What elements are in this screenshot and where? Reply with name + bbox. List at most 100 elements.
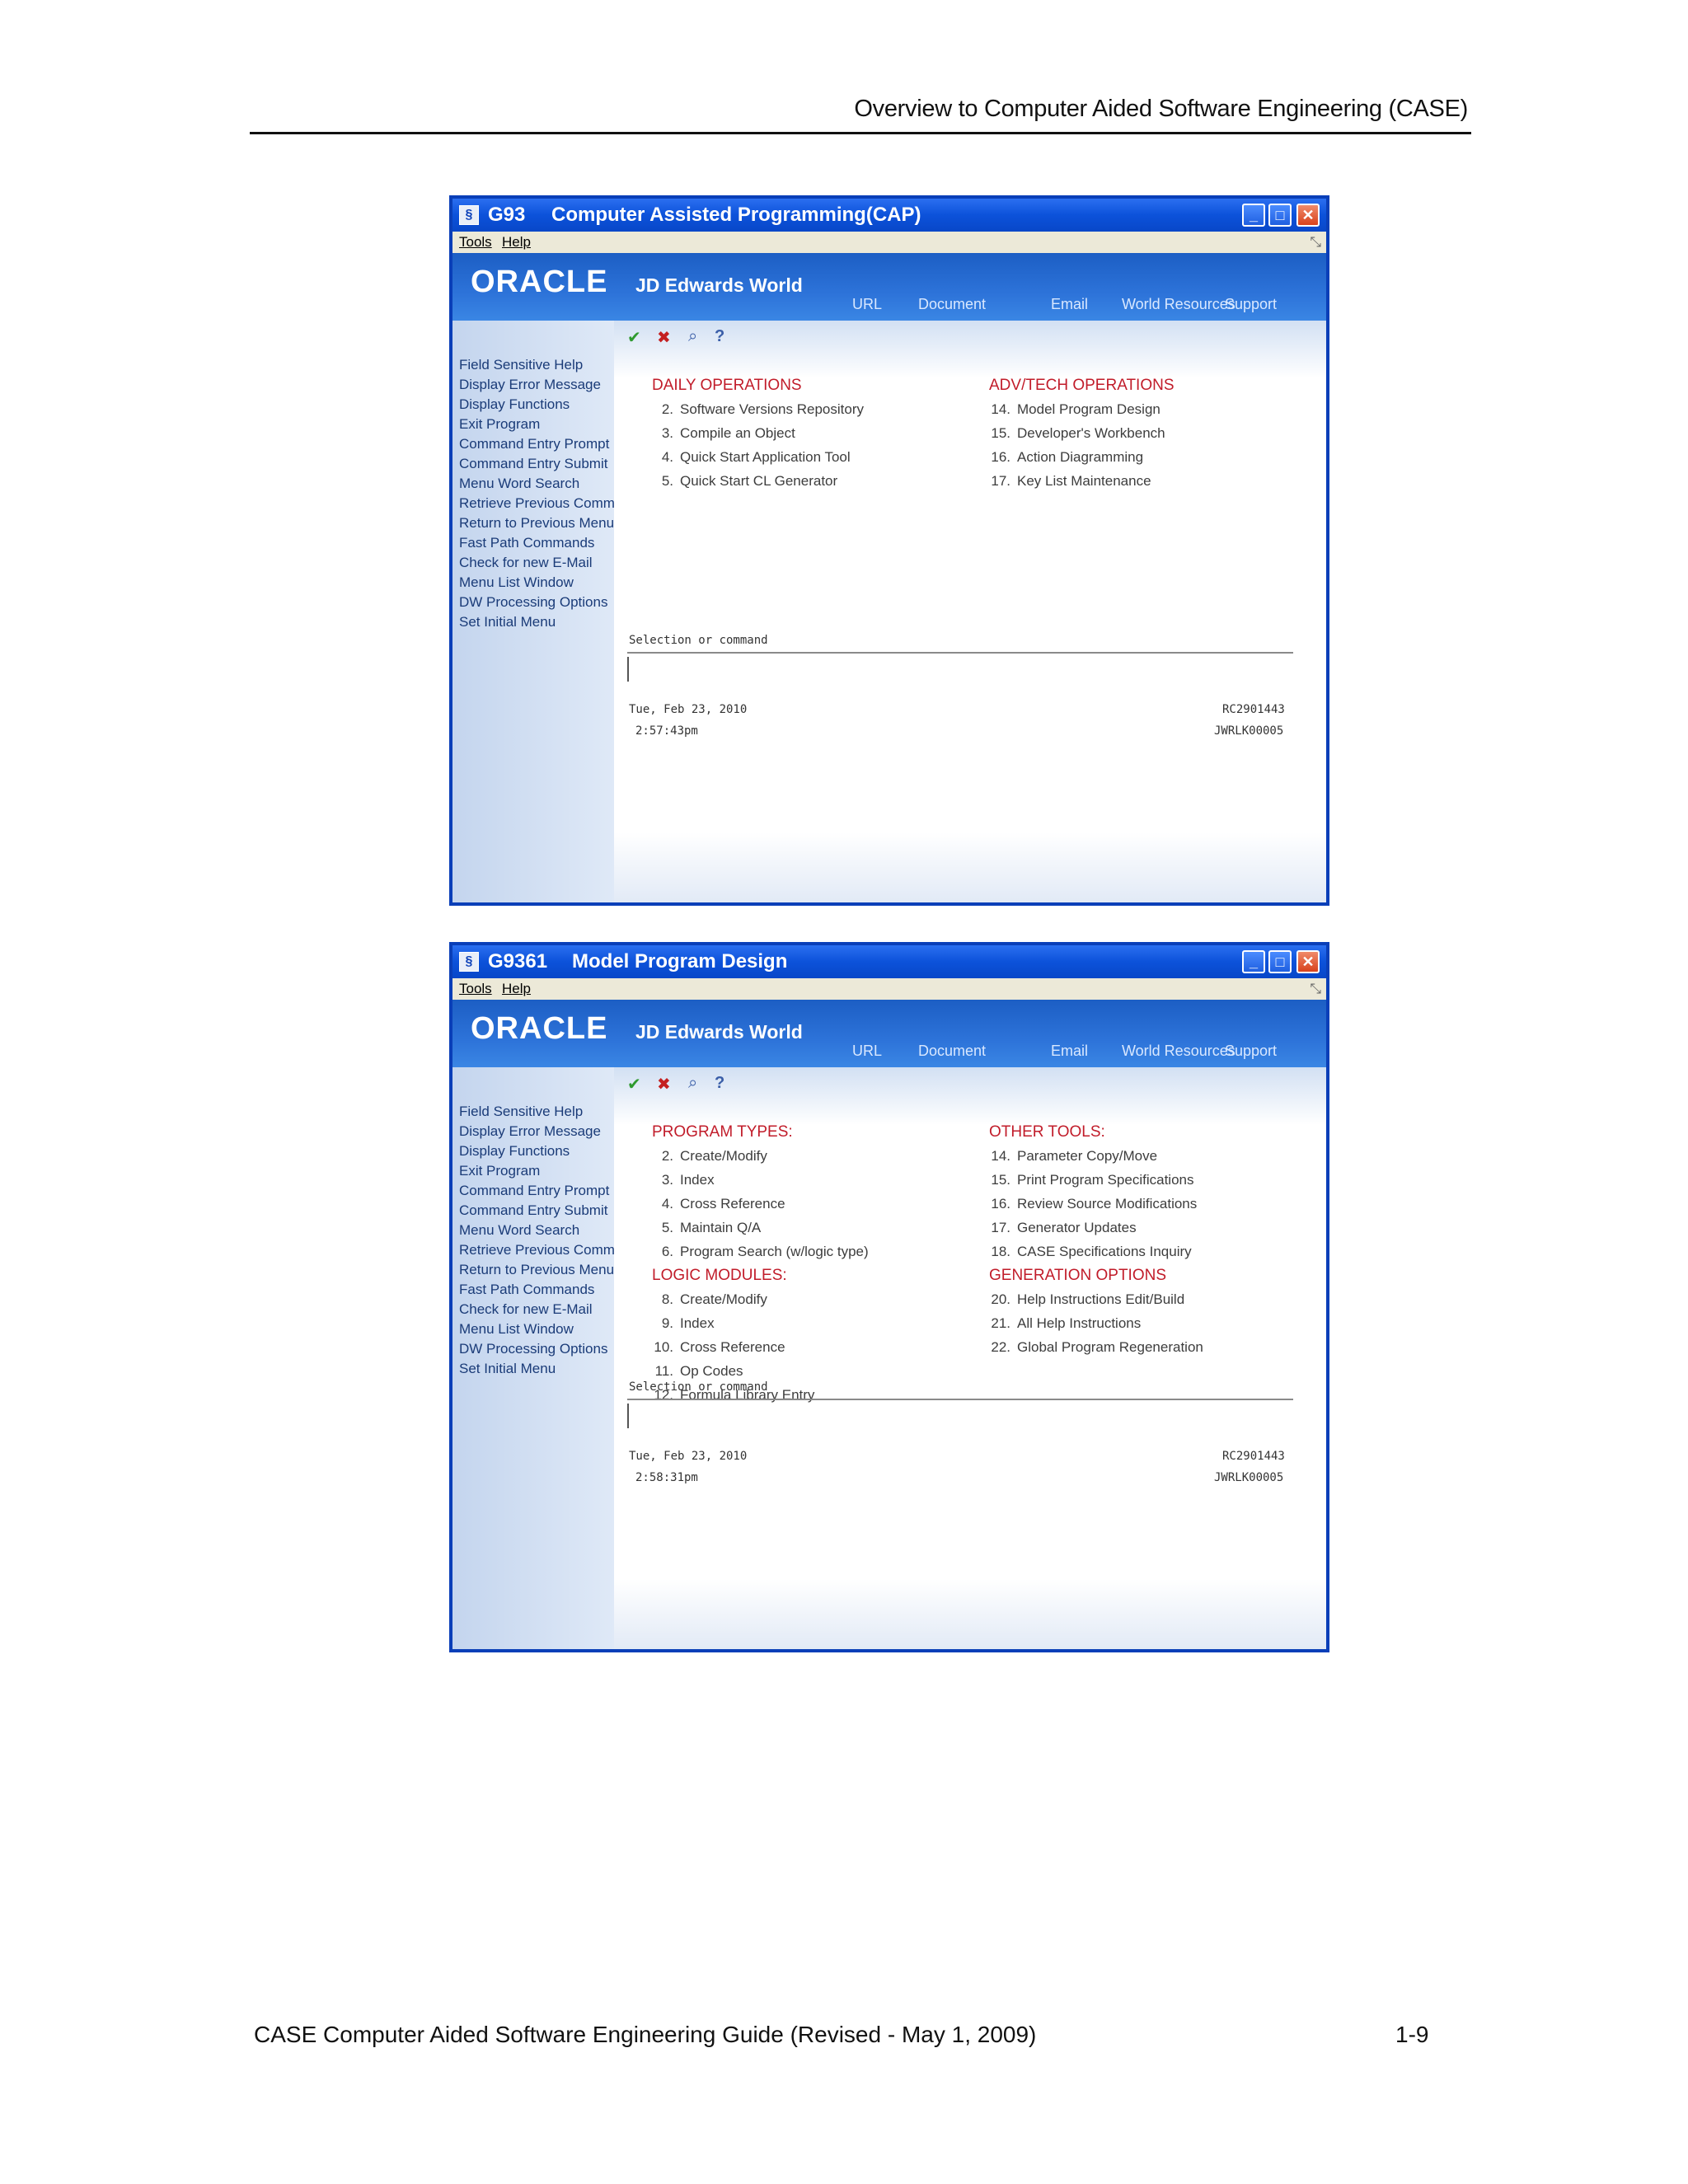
sidebar-item[interactable]: DW Processing Options [459,593,614,612]
option-number: 17. [991,473,1010,489]
option-label: Action Diagramming [1017,449,1144,465]
nav-document[interactable]: Document [918,1043,986,1060]
menu-option[interactable]: 17. Key List Maintenance [989,469,1286,493]
section-heading: ADV/TECH OPERATIONS [989,377,1175,394]
user-id: JWRLK00005 [1214,1471,1284,1484]
menu-option[interactable]: 3. Compile an Object [652,421,949,445]
sidebar-item[interactable]: Retrieve Previous Command [459,494,614,513]
menu-option[interactable]: 4. Quick Start Application Tool [652,445,949,469]
option-label: Quick Start CL Generator [680,473,838,489]
oracle-banner: ORACLE JD Edwards World URL Document Ema… [452,253,1326,321]
menu-option[interactable]: 3. Index [652,1168,949,1192]
minimize-button[interactable]: _ [1242,950,1265,973]
help-icon[interactable]: ? [715,1074,724,1093]
menu-column-left: PROGRAM TYPES: 2. Create/Modify 3. Index 4. Cr… [652,1120,949,1407]
search-icon[interactable]: ⌕ [688,1074,697,1093]
sidebar-item[interactable]: Field Sensitive Help [459,1102,614,1122]
minimize-button[interactable]: _ [1242,204,1265,227]
sidebar-item[interactable]: Field Sensitive Help [459,355,614,375]
menu-option[interactable]: 15. Developer's Workbench [989,421,1286,445]
close-button[interactable]: ✕ [1296,204,1320,227]
close-button[interactable]: ✕ [1296,950,1320,973]
menu-option[interactable]: 2. Software Versions Repository [652,397,949,421]
nav-email[interactable]: Email [1051,1043,1088,1060]
sidebar-item[interactable]: Command Entry Submit [459,454,614,474]
menu-option[interactable]: 14. Model Program Design [989,397,1286,421]
checkmark-icon[interactable]: ✔ [627,1074,641,1094]
title-bar[interactable]: § G93 Computer Assisted Programming(CAP)… [452,199,1326,232]
sidebar-item[interactable]: Return to Previous Menu [459,1260,614,1280]
sidebar-item[interactable]: Display Error Message [459,1122,614,1141]
title-bar[interactable]: § G9361 Model Program Design _ □ ✕ [452,945,1326,978]
sidebar-item[interactable]: Set Initial Menu [459,612,614,632]
menu-option[interactable]: 17. Generator Updates [989,1216,1286,1240]
nav-document[interactable]: Document [918,296,986,313]
menu-option[interactable]: 15. Print Program Specifications [989,1168,1286,1192]
sidebar-item[interactable]: DW Processing Options [459,1339,614,1359]
maximize-button[interactable]: □ [1268,204,1292,227]
menu-help[interactable]: Help [502,234,531,251]
nav-email[interactable]: Email [1051,296,1088,313]
section-heading: LOGIC MODULES: [652,1267,787,1284]
help-icon[interactable]: ? [715,327,724,346]
sidebar-item[interactable]: Fast Path Commands [459,1280,614,1300]
nav-world-resources[interactable]: World Resources [1122,1043,1236,1060]
sidebar-item[interactable]: Menu List Window [459,1319,614,1339]
sidebar-item[interactable]: Command Entry Submit [459,1201,614,1221]
section-heading: PROGRAM TYPES: [652,1123,793,1141]
sidebar-item[interactable]: Set Initial Menu [459,1359,614,1379]
menu-option[interactable]: 4. Cross Reference [652,1192,949,1216]
nav-support[interactable]: Support [1225,296,1277,313]
nav-world-resources[interactable]: World Resources [1122,296,1236,313]
sidebar-item[interactable]: Retrieve Previous Command [459,1240,614,1260]
resize-icon[interactable]: ⤡ [1310,234,1321,251]
sidebar-item[interactable]: Return to Previous Menu [459,513,614,533]
menu-option[interactable]: 2. Create/Modify [652,1144,949,1168]
menu-tools[interactable]: Tools [459,981,492,997]
sidebar-item[interactable]: Display Functions [459,1141,614,1161]
checkmark-icon[interactable]: ✔ [627,327,641,348]
maximize-button[interactable]: □ [1268,950,1292,973]
sidebar-item[interactable]: Exit Program [459,415,614,434]
menu-option[interactable]: 9. Index [652,1311,949,1335]
selection-input[interactable] [627,657,1296,682]
option-label: Index [680,1172,715,1188]
menu-option[interactable]: 14. Parameter Copy/Move [989,1144,1286,1168]
option-label: Model Program Design [1017,401,1160,417]
menu-option[interactable]: 11. Op Codes [652,1359,949,1383]
app-icon: § [459,205,479,225]
sidebar-item[interactable]: Menu Word Search [459,1221,614,1240]
menu-option[interactable]: 16. Review Source Modifications [989,1192,1286,1216]
sidebar-item[interactable]: Menu List Window [459,573,614,593]
menu-option[interactable]: 6. Program Search (w/logic type) [652,1240,949,1263]
menu-option[interactable]: 21. All Help Instructions [989,1311,1286,1335]
nav-url[interactable]: URL [852,296,882,313]
selection-input[interactable] [627,1404,1296,1428]
menu-option[interactable]: 10. Cross Reference [652,1335,949,1359]
sidebar-item[interactable]: Display Error Message [459,375,614,395]
menu-help[interactable]: Help [502,981,531,997]
menu-option[interactable]: 5. Maintain Q/A [652,1216,949,1240]
cancel-icon[interactable]: ✖ [657,1074,671,1094]
cancel-icon[interactable]: ✖ [657,327,671,348]
menu-option[interactable]: 18. CASE Specifications Inquiry [989,1240,1286,1263]
sidebar-item[interactable]: Check for new E-Mail [459,553,614,573]
sidebar-item[interactable]: Fast Path Commands [459,533,614,553]
menu-option[interactable]: 16. Action Diagramming [989,445,1286,469]
menu-tools[interactable]: Tools [459,234,492,251]
resize-icon[interactable]: ⤡ [1310,981,1321,997]
sidebar-item[interactable]: Command Entry Prompt [459,1181,614,1201]
sidebar-item[interactable]: Menu Word Search [459,474,614,494]
nav-support[interactable]: Support [1225,1043,1277,1060]
sidebar-item[interactable]: Command Entry Prompt [459,434,614,454]
nav-url[interactable]: URL [852,1043,882,1060]
sidebar-item[interactable]: Display Functions [459,395,614,415]
menu-option[interactable]: 22. Global Program Regeneration [989,1335,1286,1359]
sidebar-item[interactable]: Check for new E-Mail [459,1300,614,1319]
menu-option[interactable]: 5. Quick Start CL Generator [652,469,949,493]
sidebar-item[interactable]: Exit Program [459,1161,614,1181]
menu-option[interactable]: 8. Create/Modify [652,1287,949,1311]
search-icon[interactable]: ⌕ [688,327,697,346]
menu-option[interactable]: 20. Help Instructions Edit/Build [989,1287,1286,1311]
menu-content: ✔ ✖ ⌕ ? DAILY OPERATIONS 2. Software Versi… [614,321,1326,902]
